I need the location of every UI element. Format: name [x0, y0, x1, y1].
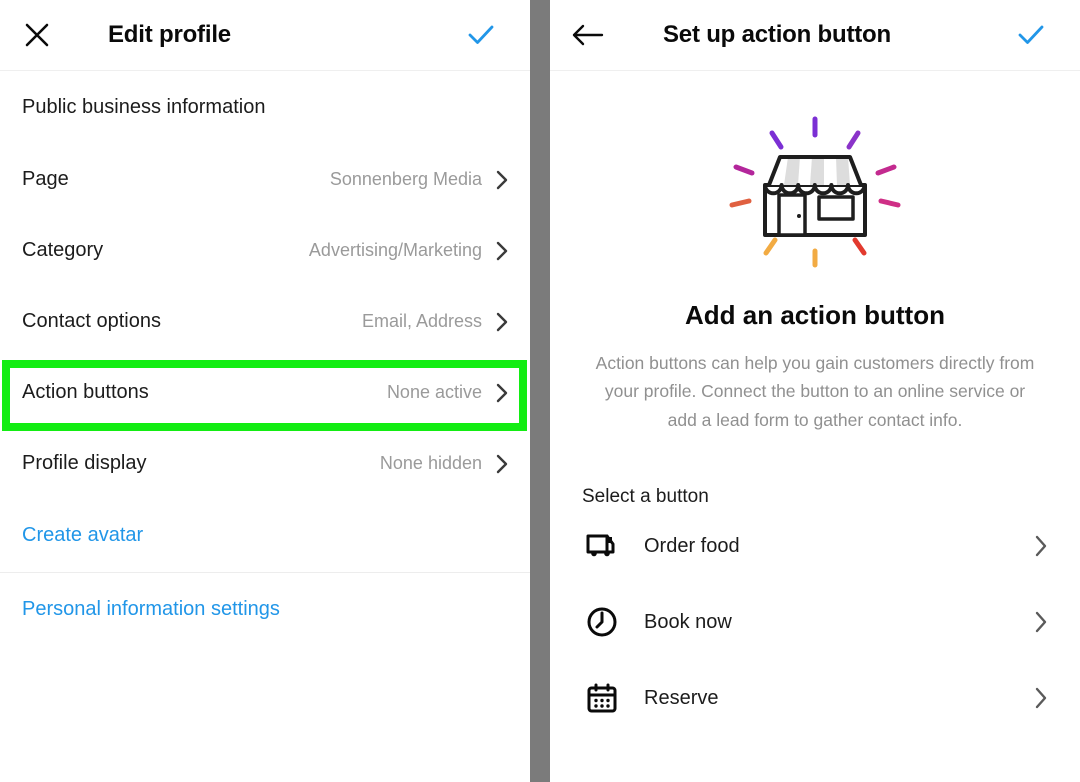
option-label: Reserve	[644, 686, 719, 709]
edit-profile-screen: Edit profile Public business information…	[0, 0, 530, 782]
chevron-right-icon	[496, 454, 508, 474]
row-right: None hidden	[380, 453, 508, 474]
illustration-container	[550, 113, 1080, 278]
option-order-food[interactable]: Order food	[550, 508, 1080, 584]
option-reserve[interactable]: Reserve	[550, 660, 1080, 736]
row-contact-options[interactable]: Contact options Email, Address	[0, 286, 530, 357]
check-icon[interactable]	[464, 18, 498, 52]
row-value: None hidden	[379, 453, 482, 473]
option-label: Order food	[644, 534, 740, 557]
option-book-now[interactable]: Book now	[550, 584, 1080, 660]
row-label: Page	[22, 168, 69, 190]
personal-information-settings-link[interactable]: Personal information settings	[0, 573, 530, 646]
row-profile-display[interactable]: Profile display None hidden	[0, 428, 530, 499]
row-label: Contact options	[22, 310, 161, 332]
dual-screenshot: Edit profile Public business information…	[0, 0, 1080, 782]
action-button-header: Set up action button	[550, 0, 1080, 71]
calendar-icon	[582, 678, 622, 718]
chevron-right-icon	[496, 170, 508, 190]
hero-description: Action buttons can help you gain custome…	[595, 353, 1035, 430]
row-value: Advertising/Marketing	[308, 240, 482, 260]
check-icon[interactable]	[1014, 18, 1048, 52]
chevron-right-icon	[1034, 535, 1048, 557]
row-value: Sonnenberg Media	[329, 169, 482, 189]
panel-divider	[530, 0, 550, 782]
row-label: Action buttons	[22, 381, 149, 403]
row-right: None active	[387, 382, 508, 403]
option-label: Book now	[644, 610, 732, 633]
row-action-buttons[interactable]: Action buttons None active	[0, 357, 530, 428]
close-icon[interactable]	[20, 18, 54, 52]
row-right: Email, Address	[362, 311, 508, 332]
row-page[interactable]: Page Sonnenberg Media	[0, 144, 530, 215]
page-title: Set up action button	[663, 21, 891, 48]
row-value: Email, Address	[361, 311, 482, 331]
delivery-truck-icon	[582, 526, 622, 566]
hero-title: Add an action button	[685, 300, 945, 330]
storefront-icon	[720, 113, 910, 278]
row-category[interactable]: Category Advertising/Marketing	[0, 215, 530, 286]
edit-profile-header: Edit profile	[0, 0, 530, 71]
clock-icon	[582, 602, 622, 642]
row-label: Category	[22, 239, 104, 261]
chevron-right-icon	[496, 383, 508, 403]
chevron-right-icon	[1034, 687, 1048, 709]
arrow-left-icon[interactable]	[570, 18, 604, 52]
page-title: Edit profile	[108, 21, 231, 48]
chevron-right-icon	[496, 241, 508, 261]
chevron-right-icon	[496, 312, 508, 332]
row-value: None active	[386, 382, 482, 402]
select-a-button-label: Select a button	[582, 486, 709, 508]
row-right: Advertising/Marketing	[309, 240, 508, 261]
row-label: Profile display	[22, 452, 147, 474]
set-up-action-button-screen: Set up action button Add an action butto…	[550, 0, 1080, 782]
create-avatar-link[interactable]: Create avatar	[0, 499, 530, 572]
row-right: Sonnenberg Media	[330, 169, 508, 190]
public-business-information-label: Public business information	[22, 96, 266, 118]
chevron-right-icon	[1034, 611, 1048, 633]
